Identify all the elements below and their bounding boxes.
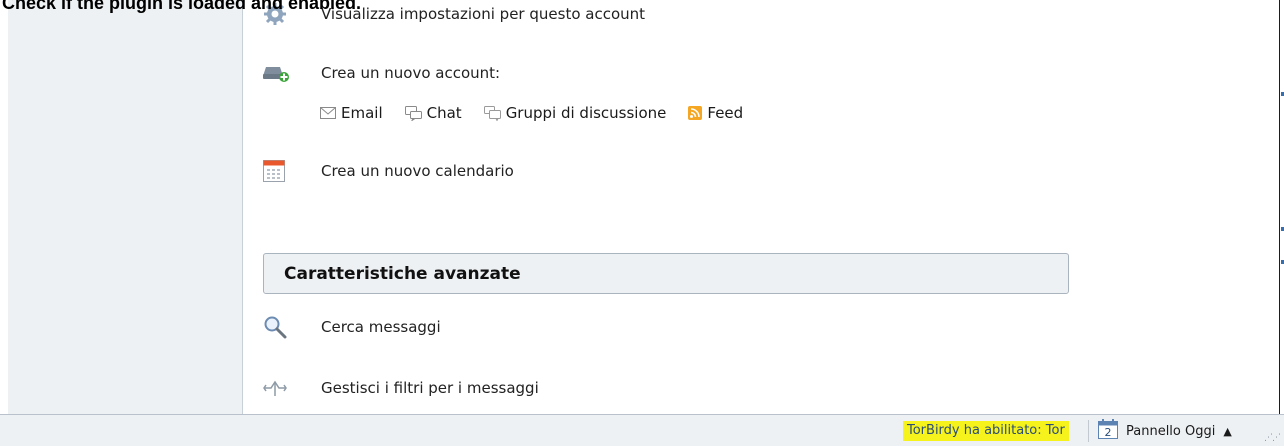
- newsgroup-label: Gruppi di discussione: [505, 104, 667, 122]
- chat-label: Chat: [426, 104, 462, 122]
- magnifier-icon: [263, 316, 297, 339]
- account-type-links: Email Chat Gruppi di discussione Feed: [320, 104, 765, 122]
- chat-bubbles-icon: [404, 105, 422, 121]
- window-border-left: [0, 0, 8, 414]
- create-account-row: Crea un nuovo account:: [263, 62, 500, 84]
- manage-filters-link[interactable]: Gestisci i filtri per i messaggi: [321, 379, 539, 397]
- new-account-icon: [263, 62, 297, 84]
- newsgroup-icon: [483, 105, 501, 121]
- today-calendar-icon: 2: [1098, 419, 1118, 443]
- create-account-label: Crea un nuovo account:: [321, 64, 501, 82]
- chat-account-link[interactable]: Chat: [404, 104, 462, 122]
- calendar-day-number: 2: [1105, 426, 1112, 439]
- email-account-link[interactable]: Email: [320, 104, 383, 122]
- envelope-icon: [320, 107, 336, 119]
- create-calendar-row[interactable]: Crea un nuovo calendario: [263, 160, 514, 182]
- chevron-up-icon: ▲: [1223, 424, 1232, 438]
- calendar-icon: [263, 160, 297, 182]
- create-calendar-link[interactable]: Crea un nuovo calendario: [321, 162, 514, 180]
- caption-text: Check if the plugin is loaded and enable…: [2, 0, 362, 13]
- status-bar: TorBirdy ha abilitato: Tor 2 Pannello Og…: [0, 414, 1284, 446]
- resize-grip-icon[interactable]: ⋰⋰: [1264, 433, 1281, 443]
- feed-label: Feed: [707, 104, 744, 122]
- status-separator: [1088, 420, 1089, 442]
- folder-pane[interactable]: [8, 0, 243, 414]
- today-pane-label: Pannello Oggi: [1126, 423, 1216, 439]
- email-label: Email: [341, 104, 383, 122]
- filter-arrows-icon: [263, 377, 297, 399]
- window-border-right: [1279, 0, 1284, 414]
- rss-feed-icon: [688, 106, 703, 120]
- manage-filters-row[interactable]: Gestisci i filtri per i messaggi: [263, 377, 539, 399]
- advanced-features-title: Caratteristiche avanzate: [284, 263, 521, 284]
- today-pane-toggle[interactable]: 2 Pannello Oggi ▲: [1098, 419, 1232, 443]
- search-messages-row[interactable]: Cerca messaggi: [263, 316, 441, 339]
- view-settings-link[interactable]: Visualizza impostazioni per questo accou…: [321, 5, 645, 23]
- torbirdy-status[interactable]: TorBirdy ha abilitato: Tor: [903, 421, 1069, 441]
- feed-account-link[interactable]: Feed: [688, 104, 743, 122]
- newsgroup-account-link[interactable]: Gruppi di discussione: [483, 104, 667, 122]
- search-messages-link[interactable]: Cerca messaggi: [321, 318, 441, 336]
- advanced-features-header: Caratteristiche avanzate: [263, 253, 1069, 294]
